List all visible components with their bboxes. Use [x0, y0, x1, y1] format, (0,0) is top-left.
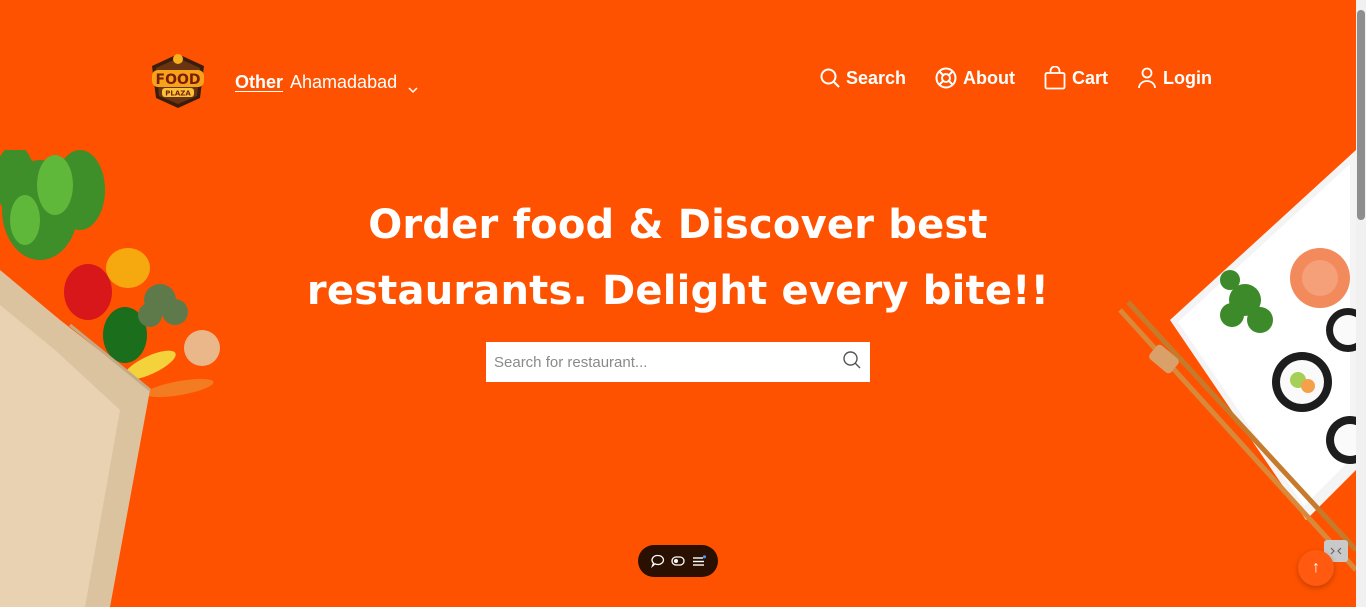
- grocery-bag-image: [0, 145, 240, 607]
- lifebuoy-icon: [935, 67, 957, 89]
- user-icon: [1137, 67, 1157, 89]
- page-scrollbar[interactable]: [1356, 0, 1366, 607]
- floating-toolbar: [638, 545, 718, 577]
- site-header: FOOD PLAZA Other Ahamadabad Search About: [0, 0, 1366, 150]
- chevrons-icon: [1330, 547, 1342, 555]
- nav-login-label: Login: [1163, 67, 1212, 88]
- location-city[interactable]: Ahamadabad: [290, 72, 397, 93]
- location-type[interactable]: Other: [235, 72, 283, 93]
- hero-line-2: restaurants. Delight every bite!!: [306, 268, 1050, 314]
- nav-about[interactable]: About: [935, 67, 1015, 89]
- nav-about-label: About: [963, 67, 1015, 88]
- nav-login[interactable]: Login: [1137, 67, 1212, 89]
- toggle-icon[interactable]: [671, 555, 685, 567]
- restaurant-search-input[interactable]: [494, 353, 842, 371]
- nav-cart[interactable]: Cart: [1044, 66, 1108, 90]
- svg-text:FOOD: FOOD: [156, 72, 201, 88]
- svg-text:PLAZA: PLAZA: [165, 90, 191, 98]
- nav-search[interactable]: Search: [820, 68, 906, 89]
- chat-icon[interactable]: [650, 554, 665, 568]
- back-to-top-button[interactable]: ↑: [1298, 550, 1334, 586]
- food-plaza-logo[interactable]: FOOD PLAZA: [146, 50, 210, 110]
- sushi-plate-image: [1110, 150, 1366, 590]
- arrow-up-icon: ↑: [1312, 559, 1320, 576]
- shopping-bag-icon: [1044, 66, 1066, 90]
- location-selector[interactable]: Other Ahamadabad: [235, 72, 418, 94]
- search-icon: [820, 68, 840, 88]
- search-icon[interactable]: [842, 350, 862, 375]
- hero-headline: Order food & Discover best restaurants. …: [250, 192, 1106, 324]
- nav-cart-label: Cart: [1072, 67, 1109, 88]
- main-nav: Search About Cart Login: [820, 66, 1212, 90]
- nav-search-label: Search: [845, 67, 907, 88]
- menu-icon[interactable]: [692, 555, 706, 567]
- scrollbar-thumb[interactable]: [1357, 10, 1365, 220]
- hero-line-1: Order food & Discover best: [368, 202, 988, 248]
- restaurant-search-box: [486, 342, 870, 382]
- chevron-down-icon[interactable]: [408, 78, 418, 94]
